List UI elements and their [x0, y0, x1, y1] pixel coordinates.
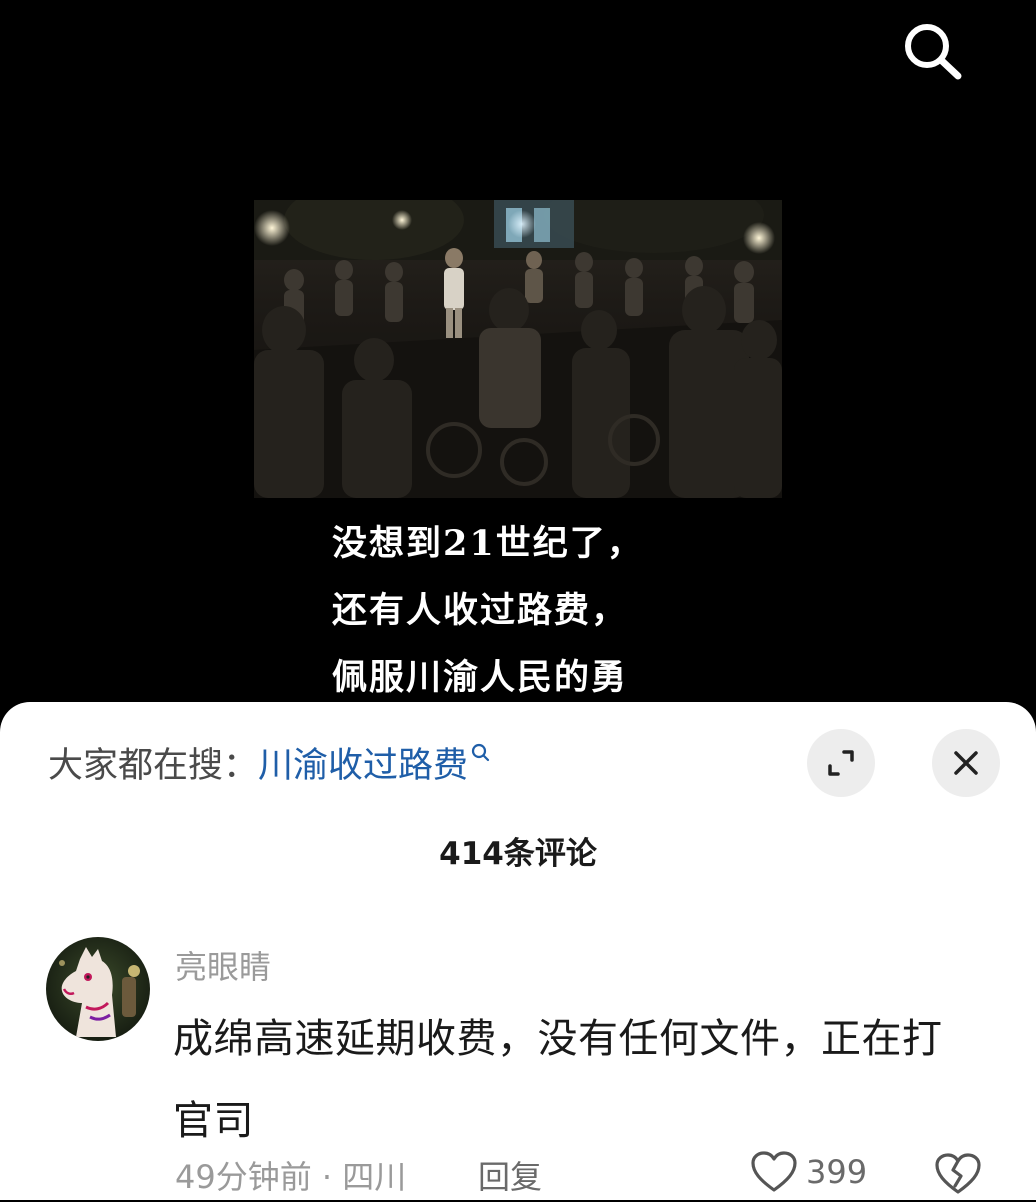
hot-search-link[interactable]: 大家都在搜： 川渝收过路费 [48, 736, 492, 788]
crowd-night-scene [254, 200, 782, 498]
comment-count: 414条评论 [439, 836, 597, 872]
comment-item: 亮眼睛 成绵高速延期收费，没有任何文件，正在打官司 49分钟前 · 四川 回复 … [0, 934, 1036, 1200]
subtitle-line: 还有人收过路费， [332, 590, 629, 631]
video-frame [254, 200, 782, 498]
search-icon [905, 24, 962, 80]
dislike-button[interactable] [934, 1150, 982, 1198]
like-count: 399 [806, 1153, 868, 1191]
close-button[interactable] [932, 729, 1000, 797]
search-button[interactable] [896, 18, 968, 84]
comment-username[interactable]: 亮眼睛 [175, 942, 271, 988]
like-button[interactable]: 399 [750, 1148, 867, 1196]
comment-sheet: 大家都在搜： 川渝收过路费 414条评论 亮眼睛 成绵高速延期收费，没有任何文件… [0, 702, 1036, 1200]
reply-button[interactable]: 回复 [478, 1152, 542, 1198]
heart-icon [751, 1151, 797, 1192]
expand-button[interactable] [807, 729, 875, 797]
avatar[interactable] [46, 937, 150, 1041]
video-player[interactable]: 没想到21世纪了， 还有人收过路费， 佩服川渝人民的勇 [0, 0, 1036, 740]
comment-text: 成绵高速延期收费，没有任何文件，正在打官司 [173, 1016, 943, 1144]
hot-search-term[interactable]: 川渝收过路费 [258, 737, 468, 788]
hot-search-label: 大家都在搜： [48, 745, 259, 786]
horse-avatar-image [46, 937, 150, 1041]
expand-icon [828, 750, 854, 776]
broken-heart-icon [935, 1153, 981, 1194]
video-subtitles: 没想到21世纪了， 还有人收过路费， 佩服川渝人民的勇 [332, 510, 752, 711]
subtitle-line: 没想到21世纪了， [332, 523, 644, 564]
comment-meta: 49分钟前 · 四川 [175, 1158, 407, 1196]
search-icon [471, 743, 490, 762]
subtitle-line: 佩服川渝人民的勇 [332, 657, 629, 698]
close-icon [954, 751, 978, 775]
